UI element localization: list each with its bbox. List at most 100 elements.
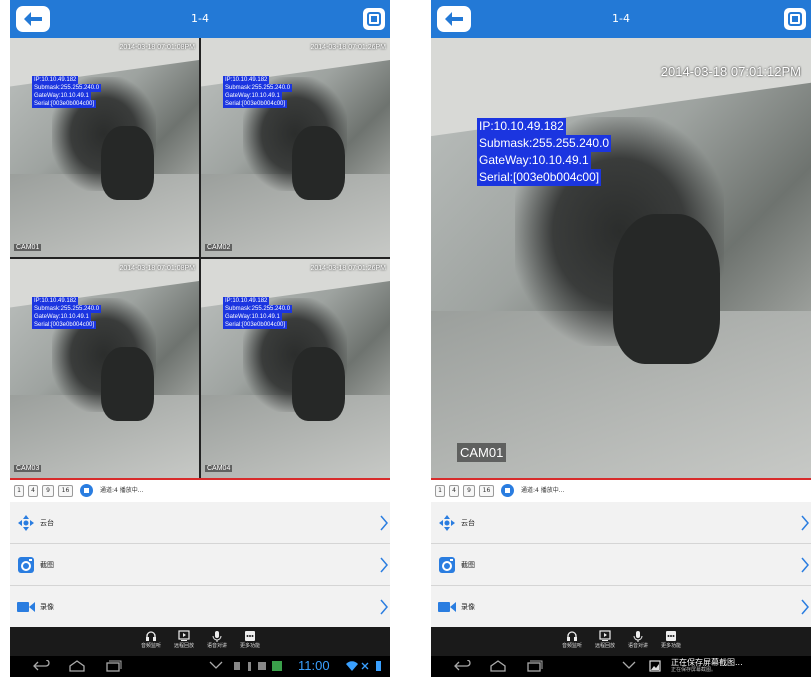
cam-tile-1[interactable]: 2014-03-18 07:01:12PM IP:10.10.49.182 Su… (431, 38, 811, 478)
playback-status: 通道:4 播放中... (100, 487, 144, 494)
remote-playback-button[interactable]: 远程回放 (588, 630, 622, 654)
wifi-battery-icons (346, 661, 381, 671)
fullscreen-button[interactable] (363, 8, 385, 30)
system-nav-bar: 11:00 (10, 656, 390, 677)
cam-network-info: IP:10.10.49.182 Submask:255.255.240.0 Ga… (477, 118, 612, 186)
cam-serial: Serial:[003e0b004c00] (223, 100, 288, 108)
cam-ip: IP:10.10.49.182 (223, 297, 270, 305)
channel-bar: 1 4 9 16 通道:4 播放中... (431, 480, 811, 502)
cam-ip: IP:10.10.49.182 (477, 118, 566, 135)
menu-label-ptz: 云台 (40, 519, 54, 527)
channel-4-button[interactable]: 4 (449, 485, 459, 497)
page-title: 1-4 (191, 12, 209, 25)
back-nav-icon[interactable] (32, 660, 50, 672)
screenshot-notification[interactable]: 正在保存屏幕截图... 正在保存屏幕截图。 (671, 658, 743, 674)
channel-9-button[interactable]: 9 (463, 485, 475, 497)
cam-serial: Serial:[003e0b004c00] (477, 169, 602, 186)
menu-label-record: 录像 (40, 603, 54, 611)
fullscreen-icon (367, 12, 381, 26)
cam-label: CAM02 (205, 244, 233, 251)
home-nav-icon[interactable] (489, 660, 507, 672)
cam-timestamp: 2014-03-18 07:01:12PM (660, 64, 801, 79)
top-bar: 1-4 (10, 0, 390, 38)
menu-row-ptz[interactable]: 云台 (10, 502, 390, 544)
audio-listen-button[interactable]: 音频监听 (134, 630, 168, 654)
voice-talk-label: 语音对讲 (206, 643, 227, 649)
menu-row-snapshot[interactable]: 截图 (10, 544, 390, 586)
channel-16-button[interactable]: 16 (58, 485, 73, 497)
cam-label: CAM01 (457, 443, 507, 462)
audio-listen-label: 音频监听 (561, 643, 582, 649)
menu-row-record[interactable]: 录像 (431, 586, 811, 628)
chevron-down-icon[interactable] (208, 660, 224, 670)
cam-tile-2[interactable]: 2014-03-18 07:01:26PM IP:10.10.49.182 Su… (201, 38, 390, 257)
bottom-toolbar: 音频监听 远程回放 语音对讲 更多功能 (10, 627, 390, 656)
chevron-right-icon (801, 515, 809, 531)
recents-nav-icon[interactable] (525, 660, 543, 672)
video-grid: 2014-03-18 07:01:08PM IP:10.10.49.182 Su… (10, 38, 390, 478)
top-bar: 1-4 (431, 0, 811, 38)
cam-timestamp: 2014-03-18 07:01:26PM (310, 265, 387, 272)
remote-playback-button[interactable]: 远程回放 (167, 630, 201, 654)
audio-listen-label: 音频监听 (140, 643, 161, 649)
cam-serial: Serial:[003e0b004c00] (223, 321, 288, 329)
cam-tile-4[interactable]: 2014-03-18 07:01:26PM IP:10.10.49.182 Su… (201, 259, 390, 478)
cam-ip: IP:10.10.49.182 (32, 76, 79, 84)
menu-row-snapshot[interactable]: 截图 (431, 544, 811, 586)
microphone-icon (212, 631, 222, 642)
remote-playback-label: 远程回放 (594, 643, 615, 649)
cam-network-info: IP:10.10.49.182 Submask:255.255.240.0 Ga… (223, 76, 293, 108)
cam-network-info: IP:10.10.49.182 Submask:255.255.240.0 Ga… (223, 297, 293, 329)
menu-label-snapshot: 截图 (40, 561, 54, 569)
cam-network-info: IP:10.10.49.182 Submask:255.255.240.0 Ga… (32, 76, 102, 108)
cam-gateway: GateWay:10.10.49.1 (32, 313, 91, 321)
channel-1-button[interactable]: 1 (435, 485, 445, 497)
cam-tile-1[interactable]: 2014-03-18 07:01:08PM IP:10.10.49.182 Su… (10, 38, 199, 257)
notification-title: 正在保存屏幕截图... (671, 658, 743, 667)
notification-subtitle: 正在保存屏幕截图。 (671, 667, 717, 673)
video-camera-icon (438, 602, 456, 612)
cam-ip: IP:10.10.49.182 (223, 76, 270, 84)
menu-label-snapshot: 截图 (461, 561, 475, 569)
fullscreen-button[interactable] (784, 8, 806, 30)
cam-gateway: GateWay:10.10.49.1 (32, 92, 91, 100)
channel-1-button[interactable]: 1 (14, 485, 24, 497)
cam-label: CAM01 (14, 244, 42, 251)
more-icon (245, 631, 255, 641)
more-icon (666, 631, 676, 641)
fullscreen-icon (788, 12, 802, 26)
status-icons (234, 661, 282, 671)
bottom-toolbar: 音频监听 远程回放 语音对讲 更多功能 (431, 627, 811, 656)
cam-tile-3[interactable]: 2014-03-18 07:01:08PM IP:10.10.49.182 Su… (10, 259, 199, 478)
chevron-right-icon (380, 599, 388, 615)
stop-button[interactable] (501, 484, 514, 497)
channel-9-button[interactable]: 9 (42, 485, 54, 497)
system-nav-bar: 正在保存屏幕截图... 正在保存屏幕截图。 (431, 656, 811, 677)
channel-4-button[interactable]: 4 (28, 485, 38, 497)
channel-16-button[interactable]: 16 (479, 485, 494, 497)
stop-button[interactable] (80, 484, 93, 497)
ptz-arrows-icon (18, 515, 34, 531)
voice-talk-button[interactable]: 语音对讲 (200, 630, 234, 654)
more-functions-button[interactable]: 更多功能 (233, 630, 267, 654)
chevron-down-icon[interactable] (621, 660, 637, 670)
cam-gateway: GateWay:10.10.49.1 (223, 313, 282, 321)
screenshot-icon (649, 660, 661, 672)
cam-label: CAM03 (14, 465, 42, 472)
headphones-icon (146, 631, 156, 641)
voice-talk-button[interactable]: 语音对讲 (621, 630, 655, 654)
cam-label: CAM04 (205, 465, 233, 472)
chevron-right-icon (380, 515, 388, 531)
home-nav-icon[interactable] (68, 660, 86, 672)
playback-icon (599, 630, 611, 641)
cam-submask: Submask:255.255.240.0 (32, 305, 102, 313)
menu-row-ptz[interactable]: 云台 (431, 502, 811, 544)
cam-serial: Serial:[003e0b004c00] (32, 321, 97, 329)
back-nav-icon[interactable] (453, 660, 471, 672)
audio-listen-button[interactable]: 音频监听 (555, 630, 589, 654)
menu-row-record[interactable]: 录像 (10, 586, 390, 628)
cam-timestamp: 2014-03-18 07:01:26PM (310, 44, 387, 51)
recents-nav-icon[interactable] (104, 660, 122, 672)
more-functions-label: 更多功能 (660, 643, 681, 649)
more-functions-button[interactable]: 更多功能 (654, 630, 688, 654)
